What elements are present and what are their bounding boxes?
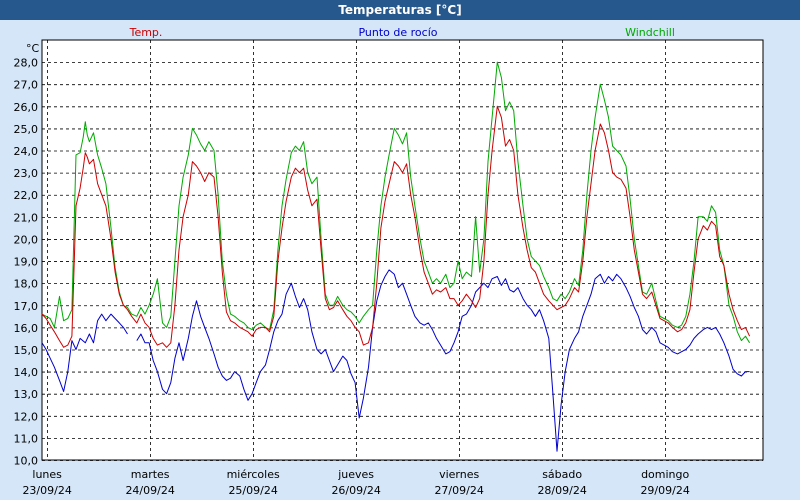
x-tick-date: 24/09/24 xyxy=(125,484,174,497)
y-tick-label: 18,0 xyxy=(14,278,39,291)
x-tick-day: domingo xyxy=(641,468,689,481)
x-tick-day: sábado xyxy=(542,468,582,481)
legend-entry: Temp. xyxy=(129,26,163,39)
x-tick-day: lunes xyxy=(32,468,62,481)
legend-entry: Punto de rocío xyxy=(358,26,437,39)
y-tick-label: 14,0 xyxy=(14,366,39,379)
window-title: Temperaturas [°C] xyxy=(0,0,800,20)
x-tick-date: 28/09/24 xyxy=(537,484,586,497)
temperature-chart: 10,0 11,0 12,0 13,0 14,0 15,0 16,0 17,0 18,0 19,0… xyxy=(14,26,764,497)
y-tick-label: 19,0 xyxy=(14,256,39,269)
y-tick-label: 25,0 xyxy=(14,123,39,136)
y-tick-label: 11,0 xyxy=(14,432,39,445)
y-tick-label: 28,0 xyxy=(14,57,39,70)
y-tick-label: 17,0 xyxy=(14,300,39,313)
x-tick-date: 27/09/24 xyxy=(434,484,483,497)
y-tick-label: 10,0 xyxy=(14,455,39,468)
x-tick-date: 26/09/24 xyxy=(331,484,380,497)
y-axis-unit: °C xyxy=(26,42,40,55)
y-tick-label: 12,0 xyxy=(14,410,39,423)
chart-window: Temperaturas [°C] 10,0 11,0 12,0 13,0 14,0 15… xyxy=(0,0,800,500)
y-tick-label: 21,0 xyxy=(14,211,39,224)
y-tick-label: 23,0 xyxy=(14,167,39,180)
x-tick-date: 23/09/24 xyxy=(22,484,71,497)
y-tick-label: 22,0 xyxy=(14,189,39,202)
x-tick-date: 29/09/24 xyxy=(640,484,689,497)
x-tick-day: jueves xyxy=(337,468,374,481)
y-tick-label: 27,0 xyxy=(14,79,39,92)
y-tick-label: 16,0 xyxy=(14,322,39,335)
y-tick-label: 20,0 xyxy=(14,233,39,246)
legend-entry: Windchill xyxy=(625,26,675,39)
y-tick-label: 13,0 xyxy=(14,388,39,401)
x-tick-day: martes xyxy=(131,468,170,481)
y-tick-label: 24,0 xyxy=(14,145,39,158)
x-tick-date: 25/09/24 xyxy=(228,484,277,497)
y-tick-label: 15,0 xyxy=(14,344,39,357)
x-tick-day: miércoles xyxy=(227,468,280,481)
x-tick-day: viernes xyxy=(439,468,479,481)
y-tick-label: 26,0 xyxy=(14,101,39,114)
